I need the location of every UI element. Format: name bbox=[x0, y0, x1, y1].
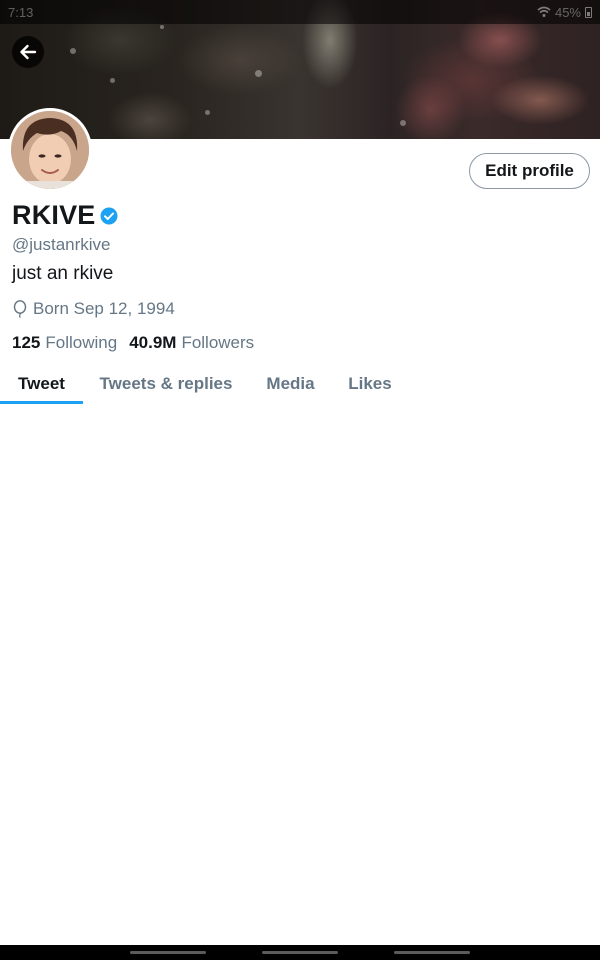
arrow-left-icon bbox=[20, 44, 37, 60]
profile-name: RKIVE bbox=[12, 200, 96, 230]
tab-tweets[interactable]: Tweet bbox=[0, 364, 83, 404]
followers-link[interactable]: 40.9M Followers bbox=[129, 333, 254, 353]
verified-badge-icon bbox=[100, 207, 118, 224]
wifi-icon bbox=[537, 6, 551, 17]
profile-bio: just an rkive bbox=[12, 263, 114, 284]
tab-tweets-replies[interactable]: Tweets & replies bbox=[83, 364, 249, 404]
profile-birthday: Born Sep 12, 1994 bbox=[12, 299, 175, 319]
followers-label: Followers bbox=[181, 333, 255, 352]
battery-percent: 45% bbox=[554, 4, 581, 20]
nav-handle-left[interactable] bbox=[130, 951, 206, 954]
avatar-image bbox=[11, 111, 89, 189]
birthday-text: Born Sep 12, 1994 bbox=[33, 299, 175, 318]
profile-stats: 125 Following 40.9M Followers bbox=[12, 333, 254, 353]
tab-likes[interactable]: Likes bbox=[332, 364, 408, 404]
status-bar: 7:13 45% bbox=[0, 0, 600, 24]
profile-tabs: Tweet Tweets & replies Media Likes bbox=[0, 364, 408, 404]
back-button[interactable] bbox=[12, 36, 44, 68]
edit-profile-button[interactable]: Edit profile bbox=[469, 153, 590, 189]
profile-avatar[interactable] bbox=[8, 108, 92, 192]
nav-handle-right[interactable] bbox=[394, 951, 470, 954]
following-label: Following bbox=[45, 333, 118, 352]
following-link[interactable]: 125 Following bbox=[12, 333, 117, 353]
balloon-icon bbox=[13, 300, 27, 318]
followers-count: 40.9M bbox=[129, 333, 177, 352]
tab-media[interactable]: Media bbox=[249, 364, 332, 404]
profile-name-row: RKIVE bbox=[12, 200, 118, 231]
nav-handle-center[interactable] bbox=[262, 951, 338, 954]
system-nav-bar bbox=[0, 945, 600, 960]
status-time: 7:13 bbox=[8, 4, 34, 20]
following-count: 125 bbox=[12, 333, 41, 352]
battery-icon bbox=[585, 6, 592, 18]
profile-handle: @justanrkive bbox=[12, 235, 111, 254]
